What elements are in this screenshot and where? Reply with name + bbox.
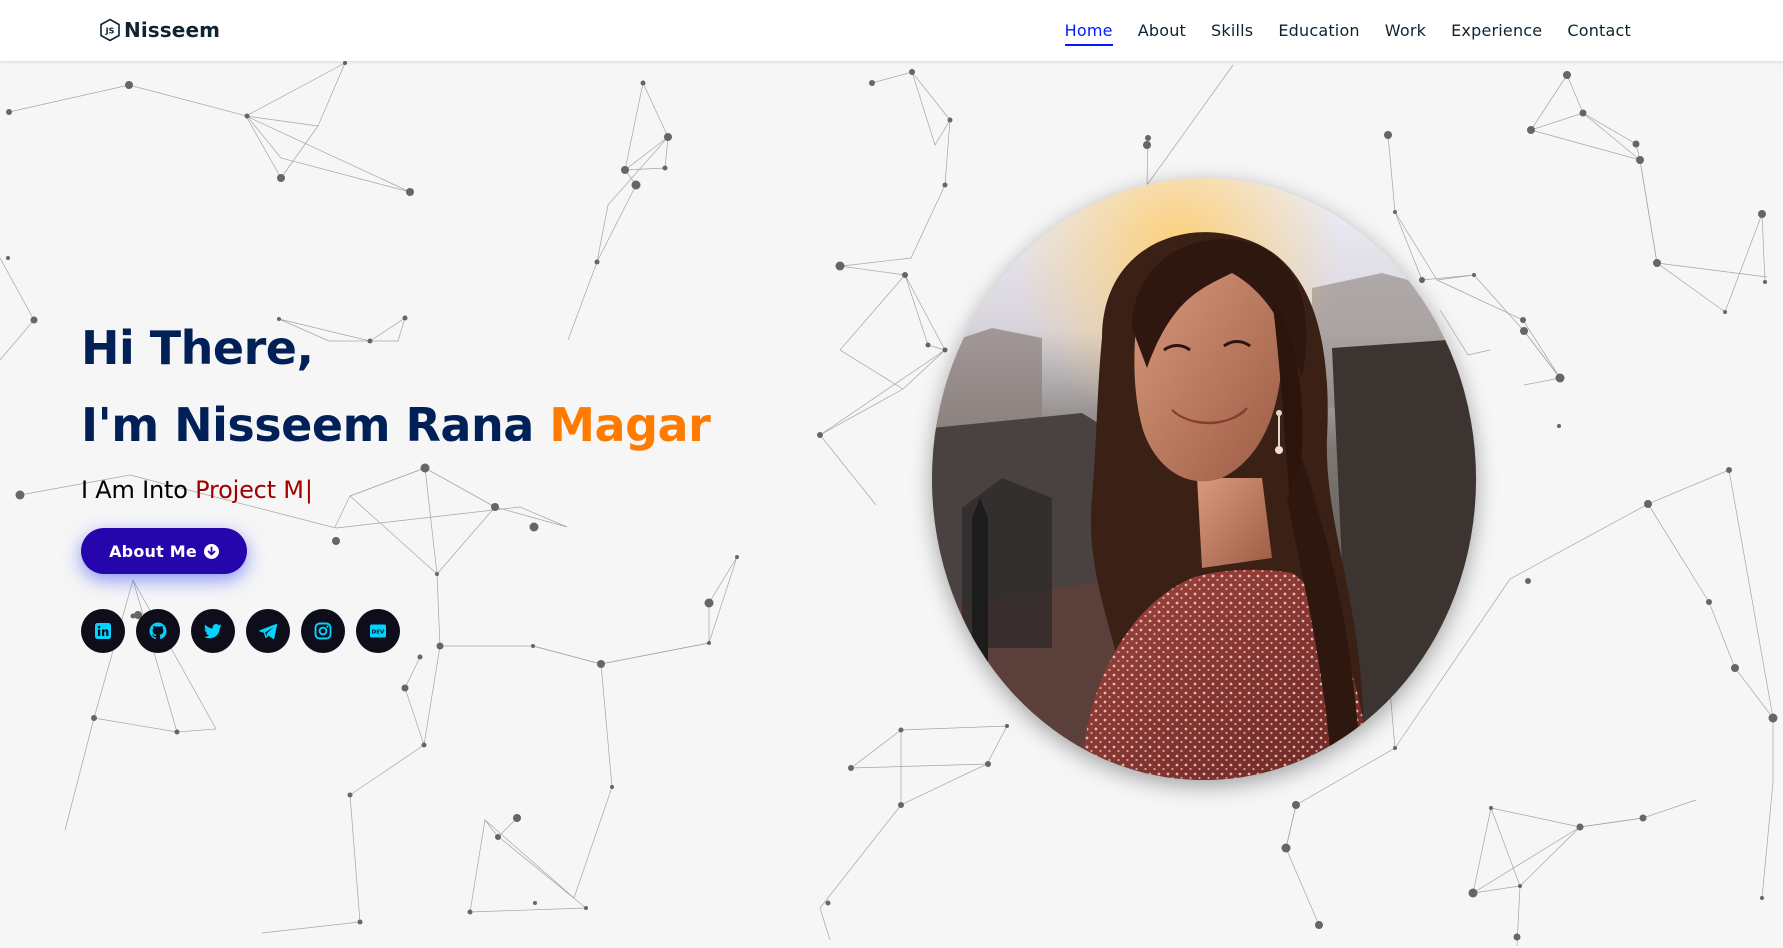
dev-label: DEV <box>372 630 385 636</box>
instagram-icon <box>314 622 332 640</box>
site-header: JS Nisseem Home About Skills Education W… <box>0 0 1783 61</box>
linkedin-link[interactable] <box>81 609 125 653</box>
nav-link-contact[interactable]: Contact <box>1567 15 1631 46</box>
typing-word: Project M <box>195 476 304 504</box>
twitter-icon <box>203 624 222 639</box>
nav-link-home[interactable]: Home <box>1064 15 1113 46</box>
nodejs-hexagon-icon: JS <box>100 18 120 42</box>
github-icon <box>149 622 167 640</box>
telegram-icon <box>259 623 278 639</box>
twitter-link[interactable] <box>191 609 235 653</box>
nav-link-skills[interactable]: Skills <box>1211 15 1253 46</box>
nav-link-experience[interactable]: Experience <box>1451 15 1542 46</box>
about-me-label: About Me <box>109 541 197 561</box>
hero-heading: Hi There, I'm Nisseem Rana Magar <box>81 310 711 464</box>
github-link[interactable] <box>136 609 180 653</box>
nav-link-work[interactable]: Work <box>1385 15 1426 46</box>
brand-logo[interactable]: JS Nisseem <box>99 16 220 44</box>
nav-link-education[interactable]: Education <box>1278 15 1359 46</box>
nav-link-about[interactable]: About <box>1138 15 1186 46</box>
hero-greeting: Hi There, <box>81 321 314 375</box>
linkedin-icon <box>95 623 111 639</box>
arrow-down-circle-icon <box>203 543 219 559</box>
hero-name-highlight: Magar <box>549 398 711 452</box>
typing-caret: | <box>304 476 313 504</box>
profile-photo <box>932 178 1476 780</box>
hero-section: Hi There, I'm Nisseem Rana Magar I Am In… <box>81 310 711 504</box>
dev-link[interactable]: DEV <box>356 609 400 653</box>
main-nav: Home About Skills Education Work Experie… <box>1064 0 1631 61</box>
brand-name: Nisseem <box>124 18 221 42</box>
dev-icon: DEV <box>370 624 386 638</box>
typing-text: I Am Into Project M| <box>81 476 710 504</box>
hero-intro: I'm Nisseem Rana <box>81 398 534 452</box>
typing-prefix: I Am Into <box>81 476 188 504</box>
telegram-link[interactable] <box>246 609 290 653</box>
svg-text:JS: JS <box>105 27 115 36</box>
instagram-link[interactable] <box>301 609 345 653</box>
social-links: DEV <box>81 609 400 653</box>
about-me-button[interactable]: About Me <box>81 528 247 574</box>
